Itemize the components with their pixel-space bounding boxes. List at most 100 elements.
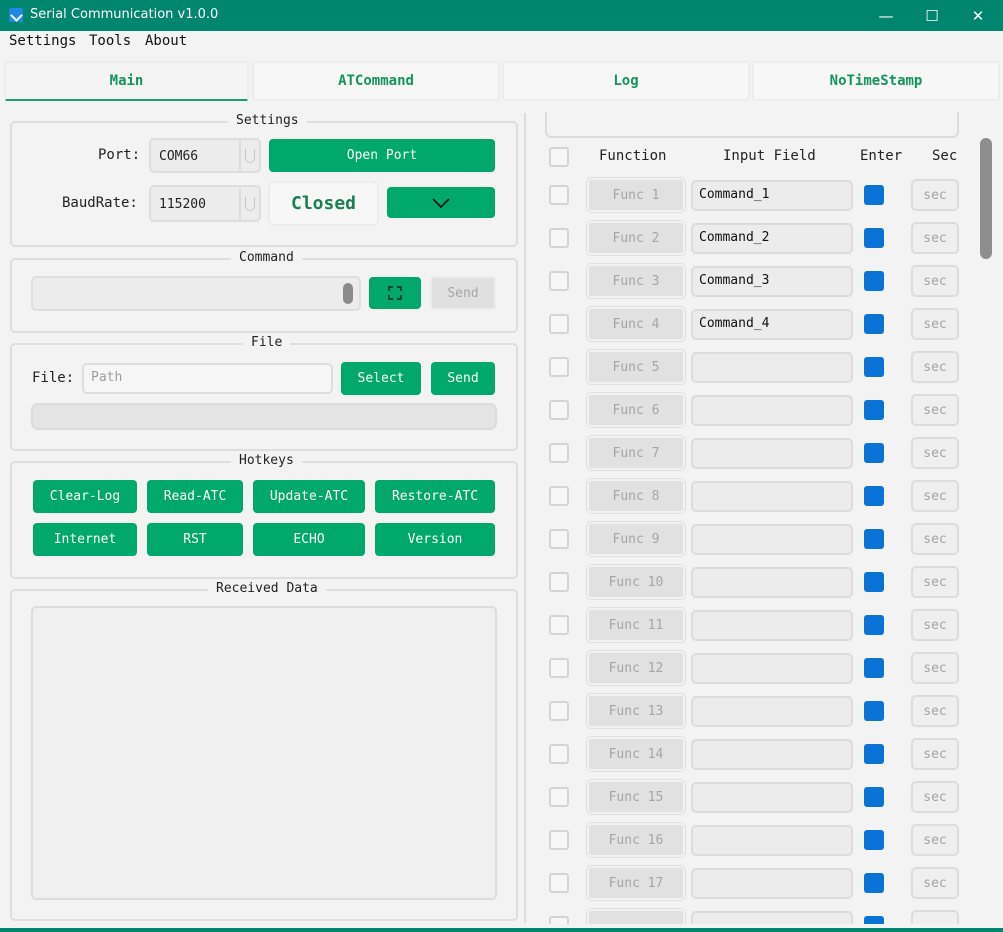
minimize-button[interactable]: — (863, 0, 909, 31)
func-input-field[interactable] (691, 395, 853, 426)
func-button[interactable]: Func 14 (586, 736, 686, 772)
enter-checkbox[interactable] (864, 658, 884, 678)
func-button[interactable]: Func 17 (586, 865, 686, 901)
enter-checkbox[interactable] (864, 529, 884, 549)
tab-atcommand[interactable]: ATCommand (252, 61, 500, 101)
enter-checkbox[interactable] (864, 572, 884, 592)
sec-button[interactable]: sec (911, 652, 959, 684)
row-checkbox[interactable] (549, 529, 569, 549)
row-checkbox[interactable] (549, 787, 569, 807)
row-checkbox[interactable] (549, 443, 569, 463)
func-button[interactable]: Func 13 (586, 693, 686, 729)
open-port-button[interactable]: Open Port (269, 139, 495, 172)
func-input-field[interactable] (691, 481, 853, 512)
sec-button[interactable]: sec (911, 308, 959, 340)
func-button[interactable]: Func 8 (586, 478, 686, 514)
row-checkbox[interactable] (549, 830, 569, 850)
sec-button[interactable]: sec (911, 867, 959, 899)
func-input-field[interactable] (691, 352, 853, 383)
sec-button[interactable]: sec (911, 566, 959, 598)
sec-button[interactable]: sec (911, 351, 959, 383)
row-checkbox[interactable] (549, 486, 569, 506)
func-input-field[interactable]: Command_4 (691, 309, 853, 340)
enter-checkbox[interactable] (864, 228, 884, 248)
sec-button[interactable]: sec (911, 265, 959, 297)
enter-checkbox[interactable] (864, 271, 884, 291)
menu-tools[interactable]: Tools (89, 33, 131, 49)
enter-checkbox[interactable] (864, 185, 884, 205)
tab-main[interactable]: Main (4, 61, 249, 101)
menu-about[interactable]: About (145, 33, 187, 49)
func-input-field[interactable] (691, 567, 853, 598)
port-select[interactable]: COM66 (149, 138, 261, 173)
sec-button[interactable]: sec (911, 781, 959, 813)
right-scrollbar-thumb[interactable] (980, 138, 992, 259)
func-input-field[interactable] (691, 524, 853, 555)
func-button[interactable]: Func 1 (586, 177, 686, 213)
row-checkbox[interactable] (549, 314, 569, 334)
enter-checkbox[interactable] (864, 744, 884, 764)
maximize-button[interactable]: ☐ (909, 0, 955, 31)
func-button[interactable]: Func 16 (586, 822, 686, 858)
sec-button[interactable]: sec (911, 695, 959, 727)
tab-log[interactable]: Log (502, 61, 750, 101)
func-button[interactable]: Func 9 (586, 521, 686, 557)
func-input-field[interactable] (691, 610, 853, 641)
func-input-field[interactable]: Command_3 (691, 266, 853, 297)
enter-checkbox[interactable] (864, 400, 884, 420)
func-button[interactable]: Func 2 (586, 220, 686, 256)
func-input-field[interactable] (691, 653, 853, 684)
sec-button[interactable]: sec (911, 222, 959, 254)
enter-checkbox[interactable] (864, 873, 884, 893)
sec-button[interactable]: sec (911, 824, 959, 856)
sec-button[interactable]: sec (911, 394, 959, 426)
func-button[interactable]: Func 3 (586, 263, 686, 299)
row-checkbox[interactable] (549, 357, 569, 377)
func-input-field[interactable]: Command_1 (691, 180, 853, 211)
menu-settings[interactable]: Settings (9, 33, 76, 49)
row-checkbox[interactable] (549, 658, 569, 678)
sec-button[interactable]: sec (911, 523, 959, 555)
func-input-field[interactable] (691, 438, 853, 469)
enter-checkbox[interactable] (864, 787, 884, 807)
sec-button[interactable]: sec (911, 609, 959, 641)
row-checkbox[interactable] (549, 572, 569, 592)
row-checkbox[interactable] (549, 873, 569, 893)
func-input-field[interactable] (691, 825, 853, 856)
enter-checkbox[interactable] (864, 314, 884, 334)
enter-checkbox[interactable] (864, 443, 884, 463)
func-button[interactable]: Func 10 (586, 564, 686, 600)
close-button[interactable]: ✕ (955, 0, 1001, 31)
enter-checkbox[interactable] (864, 830, 884, 850)
row-checkbox[interactable] (549, 701, 569, 721)
enter-checkbox[interactable] (864, 486, 884, 506)
func-button[interactable]: Func 11 (586, 607, 686, 643)
func-button[interactable]: Func 5 (586, 349, 686, 385)
row-checkbox[interactable] (549, 228, 569, 248)
sec-button[interactable]: sec (911, 437, 959, 469)
tab-notimestamp[interactable]: NoTimeStamp (752, 61, 1000, 101)
header-input-field: Input Field (723, 148, 816, 164)
row-checkbox[interactable] (549, 615, 569, 635)
sec-button[interactable]: sec (911, 738, 959, 770)
sec-button[interactable]: sec (911, 179, 959, 211)
func-input-field[interactable] (691, 868, 853, 899)
enter-checkbox[interactable] (864, 357, 884, 377)
func-input-field[interactable]: Command_2 (691, 223, 853, 254)
func-button[interactable]: Func 6 (586, 392, 686, 428)
row-checkbox[interactable] (549, 400, 569, 420)
func-button[interactable]: Func 12 (586, 650, 686, 686)
func-input-field[interactable] (691, 696, 853, 727)
enter-checkbox[interactable] (864, 615, 884, 635)
row-checkbox[interactable] (549, 744, 569, 764)
row-checkbox[interactable] (549, 271, 569, 291)
row-checkbox[interactable] (549, 185, 569, 205)
func-input-field[interactable] (691, 782, 853, 813)
func-button[interactable]: Func 15 (586, 779, 686, 815)
func-button[interactable]: Func 4 (586, 306, 686, 342)
func-button[interactable]: Func 7 (586, 435, 686, 471)
select-all-checkbox[interactable] (549, 147, 569, 167)
sec-button[interactable]: sec (911, 480, 959, 512)
enter-checkbox[interactable] (864, 701, 884, 721)
func-input-field[interactable] (691, 739, 853, 770)
